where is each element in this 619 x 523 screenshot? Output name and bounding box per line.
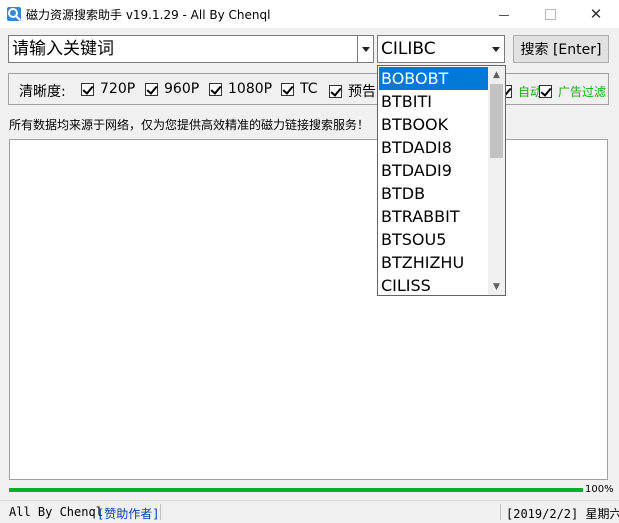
engine-option[interactable]: CILISS <box>379 274 488 297</box>
engine-option[interactable]: BTDB <box>379 182 488 205</box>
option-1080p[interactable]: 1080P <box>209 81 272 97</box>
resolution-label: 清晰度: <box>19 84 66 100</box>
engine-dropdown-arrow[interactable] <box>487 36 504 62</box>
engine-option[interactable]: BTDADI9 <box>379 159 488 182</box>
status-divider <box>160 504 161 520</box>
scroll-up-icon[interactable]: ▲ <box>488 66 505 83</box>
checkbox-checked-icon[interactable] <box>329 84 342 98</box>
chevron-down-icon <box>361 46 370 52</box>
scroll-down-icon[interactable]: ▼ <box>488 278 505 295</box>
resolution-options: 清晰度: 720P 960P 1080P TC 预告 自动 广告过滤 <box>8 73 609 105</box>
window-title: 磁力资源搜索助手 v19.1.29 - All By Chenql <box>26 8 271 22</box>
maximize-button[interactable] <box>527 0 573 28</box>
close-icon: ✕ <box>589 5 603 23</box>
magnet-search-icon <box>7 7 21 21</box>
date-label: [2019/2/2] 星期六 <box>506 507 619 521</box>
engine-dropdown-list[interactable]: BOBOBT BTBITI BTBOOK BTDADI8 BTDADI9 BTDB BTRA… <box>377 65 506 296</box>
close-button[interactable]: ✕ <box>573 0 619 28</box>
option-tc[interactable]: TC <box>281 81 318 97</box>
option-720p[interactable]: 720P <box>81 81 135 97</box>
minimize-button[interactable] <box>481 0 527 28</box>
engine-option[interactable]: BTBOOK <box>379 113 488 136</box>
engine-select[interactable]: CILIBC <box>377 35 505 63</box>
dropdown-scrollbar[interactable]: ▲ ▼ <box>488 66 505 295</box>
checkbox-checked-icon[interactable] <box>281 82 294 96</box>
chevron-down-icon <box>491 46 500 52</box>
status-bar: All By Chenql [赞助作者] [2019/2/2] 星期六 <box>0 500 619 523</box>
option-ad-filter[interactable]: 广告过滤 <box>539 83 606 100</box>
engine-option[interactable]: BTRABBIT <box>379 205 488 228</box>
engine-option[interactable]: BTDADI8 <box>379 136 488 159</box>
engine-option[interactable]: BTSOU5 <box>379 228 488 251</box>
progress-fill <box>9 488 583 492</box>
title-bar: 磁力资源搜索助手 v19.1.29 - All By Chenql ✕ <box>0 0 619 28</box>
checkbox-checked-icon[interactable] <box>209 82 222 96</box>
donate-link[interactable]: [赞助作者] <box>97 505 159 522</box>
checkbox-checked-icon[interactable] <box>81 82 94 96</box>
minimize-icon <box>499 14 509 16</box>
engine-selected-value: CILIBC <box>381 39 436 59</box>
checkbox-checked-icon[interactable] <box>145 82 158 96</box>
maximize-icon <box>544 8 556 20</box>
engine-option[interactable]: BTBITI <box>379 90 488 113</box>
option-960p[interactable]: 960P <box>145 81 199 97</box>
keyword-input[interactable]: 请输入关键词 <box>8 35 358 63</box>
progress-bar <box>9 488 583 492</box>
results-list[interactable] <box>9 139 608 480</box>
author-label: All By Chenql <box>9 505 103 519</box>
option-trailer[interactable]: 预告 <box>329 81 376 101</box>
status-divider <box>500 504 501 520</box>
engine-option[interactable]: BOBOBT <box>379 67 488 90</box>
keyword-history-dropdown-button[interactable] <box>357 35 374 63</box>
progress-percent: 100% <box>585 484 614 495</box>
engine-option[interactable]: BTZHIZHU <box>379 251 488 274</box>
disclaimer-notice: 所有数据均来源于网络，仅为您提供高效精准的磁力链接搜索服务！ <box>9 118 370 132</box>
search-button[interactable]: 搜索 [Enter] <box>513 35 609 63</box>
scrollbar-thumb[interactable] <box>490 84 503 158</box>
checkbox-checked-icon[interactable] <box>539 85 552 98</box>
